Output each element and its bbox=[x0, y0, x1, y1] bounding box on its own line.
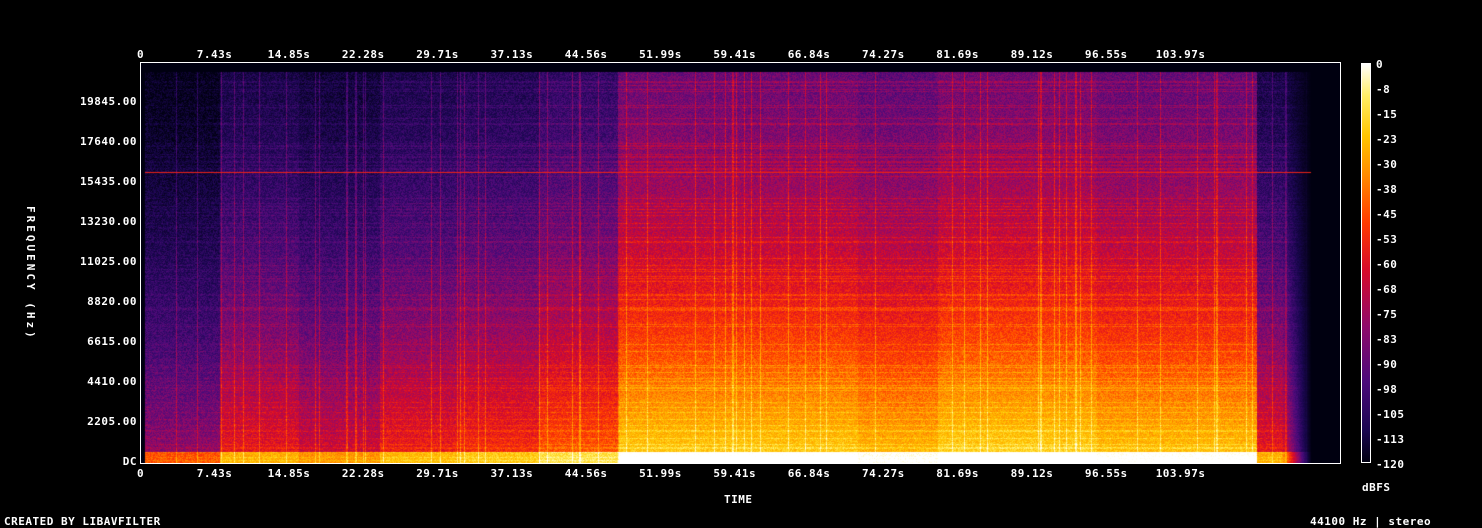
colorbar-tick-label: -23 bbox=[1376, 133, 1398, 146]
colorbar-tick-label: -68 bbox=[1376, 283, 1398, 296]
x-tick-label: 29.71s bbox=[416, 48, 459, 61]
x-tick-label: 22.28s bbox=[341, 467, 385, 480]
x-tick-label: 44.56s bbox=[564, 467, 608, 480]
x-tick-label: 89.12s bbox=[1010, 467, 1054, 480]
colorbar-tick-label: -30 bbox=[1376, 158, 1398, 171]
x-tick-label: 14.85s bbox=[267, 467, 311, 480]
x-tick-label: 0 bbox=[137, 467, 145, 480]
colorbar-tick-label: -53 bbox=[1376, 233, 1398, 246]
x-tick-label: 81.69s bbox=[936, 48, 980, 61]
x-tick-label: 14.85s bbox=[267, 48, 311, 61]
x-tick-label: 7.43s bbox=[196, 48, 233, 61]
x-axis-label: TIME bbox=[724, 493, 753, 506]
y-tick-label: 11025.00 bbox=[80, 255, 137, 268]
x-tick-label: 89.12s bbox=[1010, 48, 1054, 61]
y-tick-label: 2205.00 bbox=[87, 415, 137, 428]
x-tick-label: 0 bbox=[137, 48, 145, 61]
x-tick-label: 37.13s bbox=[490, 467, 534, 480]
colorbar-label: dBFS bbox=[1362, 481, 1391, 494]
x-tick-label: 103.97s bbox=[1155, 48, 1206, 61]
y-tick-label: 6615.00 bbox=[87, 335, 137, 348]
colorbar-tick-label: -38 bbox=[1376, 183, 1398, 196]
colorbar-tick-label: -120 bbox=[1376, 458, 1405, 471]
colorbar-tick-label: -45 bbox=[1376, 208, 1398, 221]
x-tick-label: 29.71s bbox=[416, 467, 459, 480]
x-tick-label: 59.41s bbox=[713, 467, 757, 480]
y-tick-label: 13230.00 bbox=[80, 215, 137, 228]
colorbar-tick-label: -15 bbox=[1376, 108, 1398, 121]
colorbar-tick-label: 0 bbox=[1376, 58, 1384, 71]
colorbar-tick-label: -8 bbox=[1376, 83, 1391, 96]
y-tick-label: 4410.00 bbox=[87, 375, 137, 388]
x-tick-label: 96.55s bbox=[1084, 48, 1128, 61]
footer-format: 44100 Hz | stereo bbox=[1310, 515, 1432, 528]
colorbar bbox=[1361, 63, 1371, 463]
spectrogram-plot bbox=[140, 62, 1341, 464]
x-tick-label: 59.41s bbox=[713, 48, 757, 61]
x-tick-label: 51.99s bbox=[639, 467, 682, 480]
colorbar-tick-label: -98 bbox=[1376, 383, 1398, 396]
x-tick-label: 37.13s bbox=[490, 48, 534, 61]
x-tick-label: 66.84s bbox=[787, 48, 831, 61]
x-tick-label: 103.97s bbox=[1155, 467, 1206, 480]
y-tick-label: 15435.00 bbox=[80, 175, 137, 188]
y-tick-label: 17640.00 bbox=[80, 135, 137, 148]
x-tick-label: 51.99s bbox=[639, 48, 682, 61]
footer-credit: CREATED BY LIBAVFILTER bbox=[4, 515, 161, 528]
x-tick-label: 44.56s bbox=[564, 48, 608, 61]
colorbar-tick-label: -60 bbox=[1376, 258, 1398, 271]
x-tick-label: 96.55s bbox=[1084, 467, 1128, 480]
x-tick-label: 74.27s bbox=[862, 467, 905, 480]
y-tick-label: DC bbox=[122, 455, 137, 468]
colorbar-tick-label: -83 bbox=[1376, 333, 1398, 346]
colorbar-tick-label: -105 bbox=[1376, 408, 1405, 421]
x-tick-label: 74.27s bbox=[862, 48, 905, 61]
y-axis-label: FREQUENCY (Hz) bbox=[24, 206, 37, 341]
colorbar-tick-label: -113 bbox=[1376, 433, 1405, 446]
x-tick-label: 66.84s bbox=[787, 467, 831, 480]
colorbar-tick-label: -90 bbox=[1376, 358, 1398, 371]
x-tick-label: 22.28s bbox=[341, 48, 385, 61]
colorbar-tick-label: -75 bbox=[1376, 308, 1398, 321]
y-tick-label: 19845.00 bbox=[80, 95, 137, 108]
y-tick-label: 8820.00 bbox=[87, 295, 137, 308]
x-tick-label: 7.43s bbox=[196, 467, 233, 480]
x-tick-label: 81.69s bbox=[936, 467, 980, 480]
